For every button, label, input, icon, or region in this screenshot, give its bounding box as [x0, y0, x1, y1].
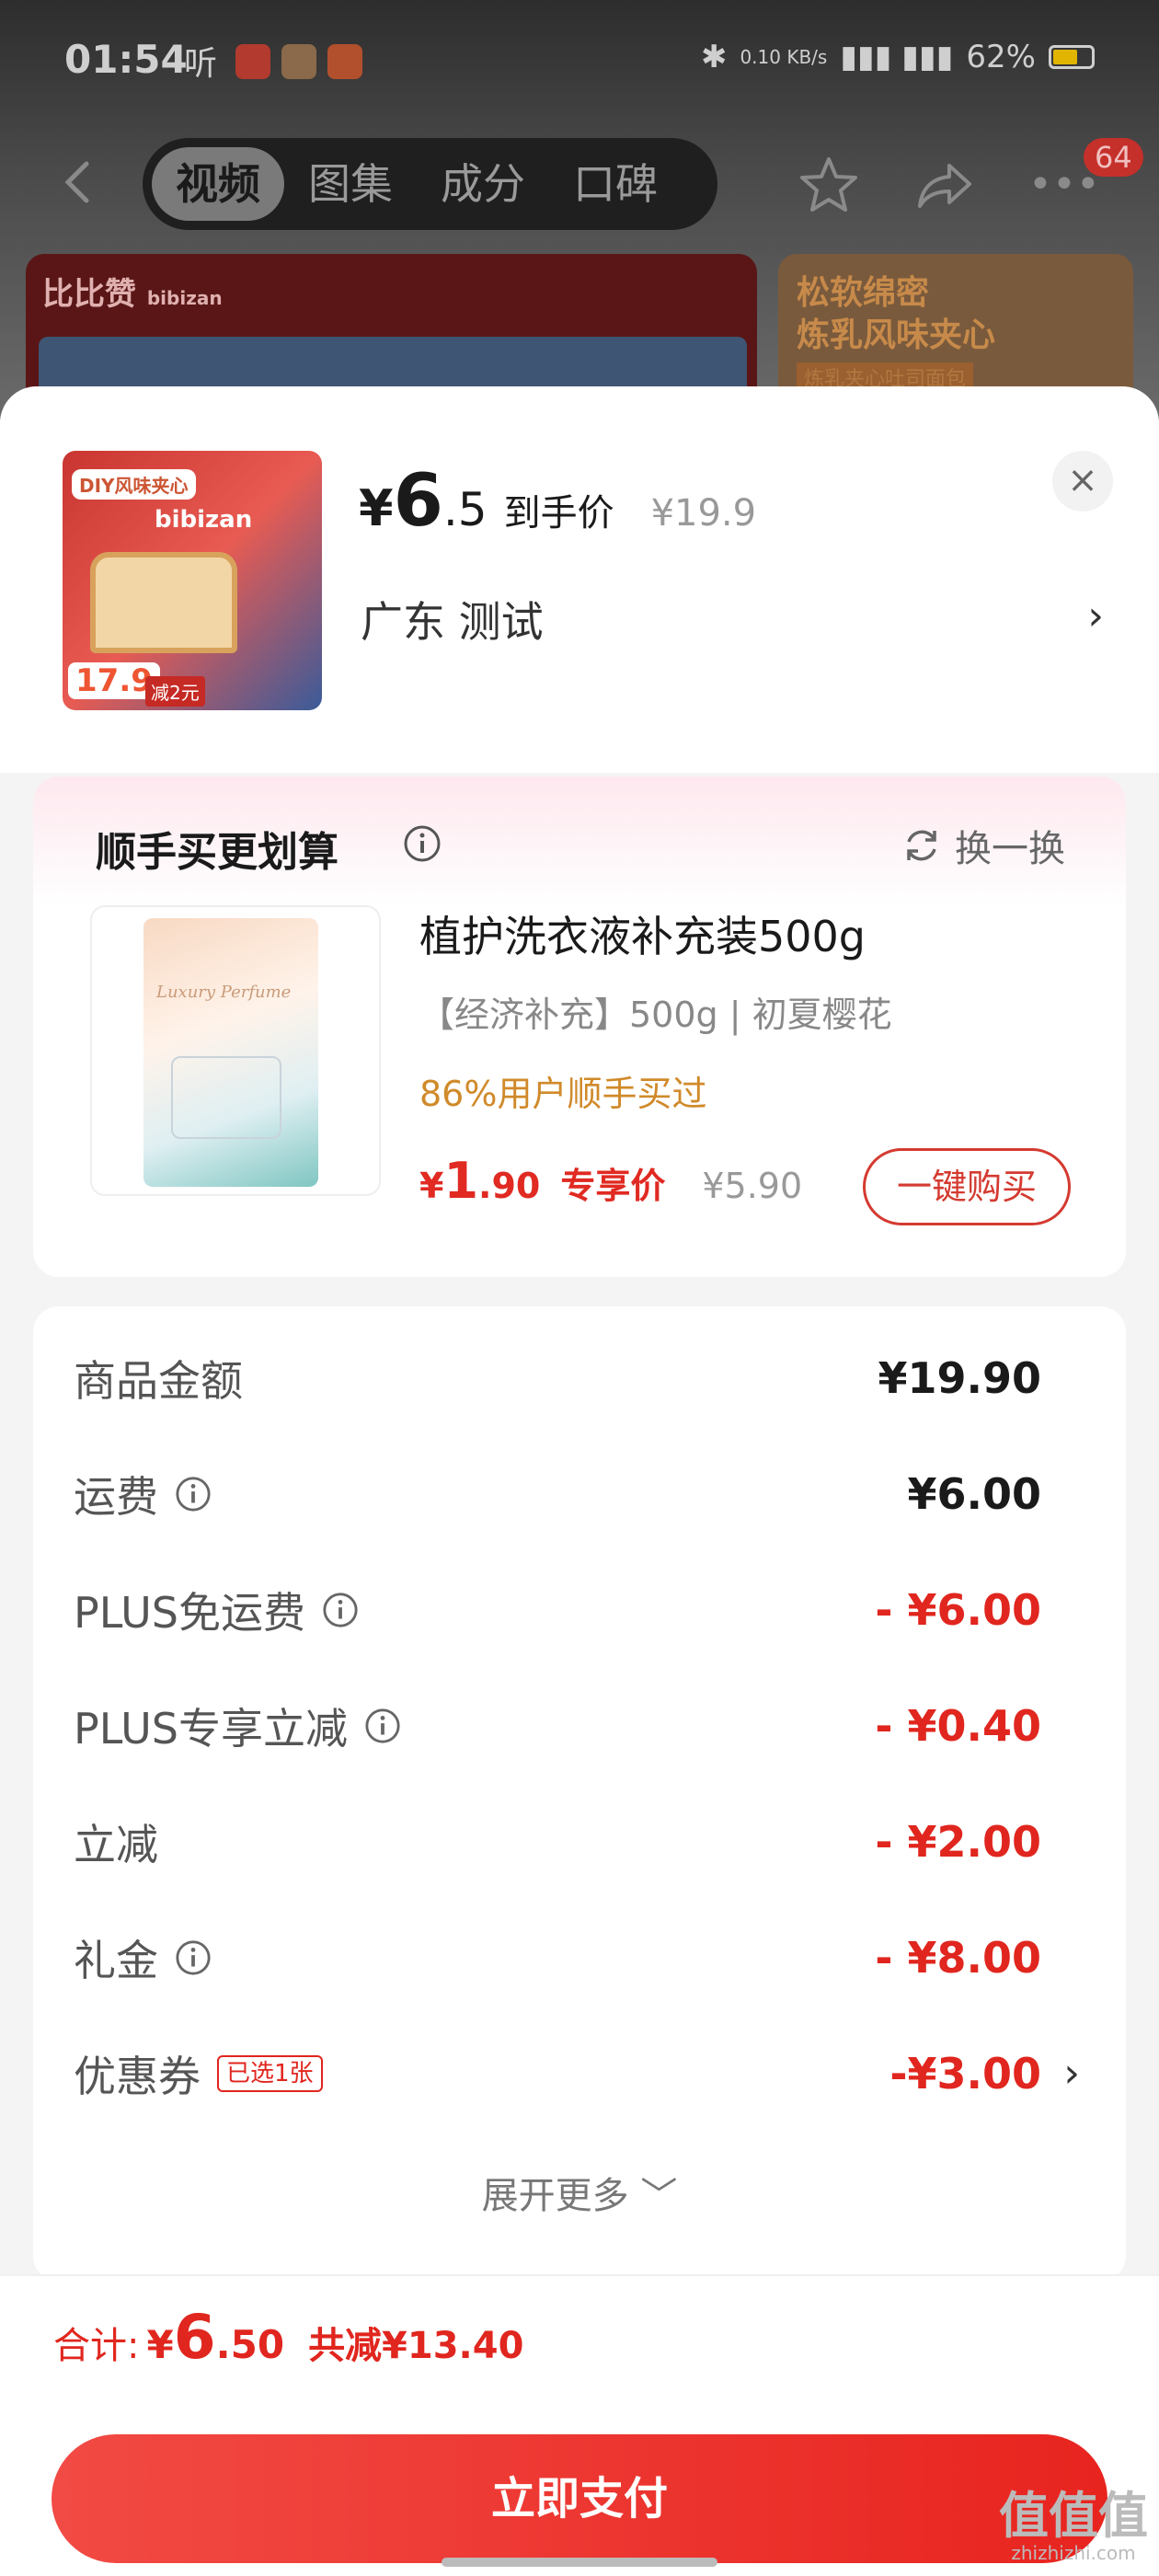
addon-bought-rate: 86%用户顺手买过 [419, 1074, 707, 1114]
row-label: PLUS免运费 [74, 1588, 305, 1638]
addon-card: 顺手买更划算 换一换 Luxury Perfume 植护洗衣液补充装500g 【… [33, 776, 1126, 1277]
final-price: ¥ 6 .5 到手价 ¥19.9 [359, 460, 757, 543]
status-listen-icon: 听 [184, 45, 218, 83]
coupon-row[interactable]: 优惠券 已选1张 -¥3.00 › [33, 2037, 1126, 2110]
info-icon[interactable] [364, 1708, 401, 1744]
total-summary: 合计: ¥ 6 .50 共减¥13.40 [53, 2302, 524, 2373]
tab-video[interactable]: 视频 [152, 147, 284, 221]
row-value: - ¥0.40 [875, 1701, 1041, 1751]
addon-price-label: 专享价 [560, 1166, 666, 1206]
chevron-right-icon[interactable]: › [1087, 592, 1104, 639]
addon-product-image[interactable]: Luxury Perfume [90, 905, 381, 1196]
breakdown-row: 礼金 - ¥8.00 [33, 1921, 1126, 1995]
row-value: ¥19.90 [878, 1353, 1041, 1403]
final-price-label: 到手价 [503, 492, 614, 535]
product-thumbnail: DIY风味夹心 bibizan 17.9 减2元 [63, 451, 322, 710]
bread-image [90, 552, 237, 653]
back-arrow-icon[interactable] [55, 158, 103, 206]
status-right: ✱ 0.10 KB/s ▮▮▮ ▮▮▮ 62% [701, 39, 1095, 75]
one-click-buy-button[interactable]: 一键购买 [863, 1148, 1071, 1225]
pay-area: 立即支付 [0, 2421, 1159, 2576]
notification-badge: 64 [1084, 138, 1143, 177]
row-label: 立减 [74, 1820, 158, 1869]
addon-product-name[interactable]: 植护洗衣液补充装500g [419, 903, 866, 964]
breakdown-row: PLUS专享立减 - ¥0.40 [33, 1689, 1126, 1763]
row-value: ¥6.00 [907, 1469, 1041, 1519]
breakdown-row: 商品金额 ¥19.90 [33, 1341, 1126, 1415]
info-icon[interactable] [175, 1476, 212, 1512]
favorite-star-icon[interactable] [798, 155, 859, 215]
expand-more-button[interactable]: 展开更多 ﹀ [33, 2166, 1126, 2219]
sheet-header: DIY风味夹心 bibizan 17.9 减2元 ¥ 6 .5 到手价 ¥19.… [0, 386, 1159, 773]
status-bar: 01:54 听 ✱ 0.10 KB/s ▮▮▮ ▮▮▮ 62% [0, 0, 1159, 120]
watermark-logo: 值值值 zhizhizhi.com [999, 2487, 1148, 2564]
row-value: - ¥2.00 [875, 1817, 1041, 1867]
share-icon[interactable] [914, 155, 975, 215]
total-bar: 合计: ¥ 6 .50 共减¥13.40 [0, 2274, 1159, 2421]
original-price: ¥19.9 [650, 492, 757, 535]
row-value: - ¥8.00 [875, 1933, 1041, 1983]
breakdown-row: PLUS免运费 - ¥6.00 [33, 1573, 1126, 1647]
home-indicator[interactable] [442, 2558, 717, 2567]
product-tag: DIY风味夹心 [72, 469, 196, 500]
status-time: 01:54 [64, 37, 188, 82]
info-icon[interactable] [403, 824, 442, 863]
app-notification-icon [281, 44, 316, 79]
app-notification-icon [327, 44, 362, 79]
row-label: PLUS专享立减 [74, 1704, 348, 1754]
addon-original-price: ¥5.90 [702, 1166, 803, 1206]
pay-now-button[interactable]: 立即支付 [52, 2434, 1107, 2563]
row-label: 优惠券 [74, 2052, 201, 2101]
swap-label: 换一换 [955, 828, 1065, 870]
addon-title: 顺手买更划算 [96, 829, 339, 876]
more-icon[interactable]: ••• [1028, 155, 1100, 215]
info-icon[interactable] [175, 1939, 212, 1976]
row-value: - ¥6.00 [875, 1585, 1041, 1635]
product-brand: bibizan [155, 506, 253, 534]
addon-product-spec: 【经济补充】500g | 初夏樱花 [419, 995, 892, 1035]
total-saved: 共减¥13.40 [308, 2325, 524, 2367]
swap-button[interactable]: 换一换 [901, 819, 1065, 872]
battery-icon [1049, 45, 1095, 69]
breakdown-row: 运费 ¥6.00 [33, 1457, 1126, 1531]
content-tabs: 视频 图集 成分 口碑 [143, 138, 717, 230]
battery-text: 62% [966, 39, 1036, 75]
breakdown-row: 立减 - ¥2.00 [33, 1805, 1126, 1879]
app-notification-icon [235, 44, 270, 79]
coupon-selected-chip: 已选1张 [217, 2055, 323, 2092]
chevron-right-icon[interactable]: › [1063, 2037, 1080, 2110]
row-label: 礼金 [74, 1936, 158, 1985]
refresh-icon [907, 830, 936, 861]
banner-brand: 比比赞 bibizan [42, 276, 223, 313]
net-speed: 0.10 KB/s [740, 46, 828, 68]
tab-reviews[interactable]: 口碑 [549, 147, 682, 221]
info-icon[interactable] [322, 1592, 359, 1628]
tab-gallery[interactable]: 图集 [284, 147, 417, 221]
close-button[interactable]: × [1052, 451, 1113, 512]
product-promo-tag: 减2元 [145, 676, 205, 707]
row-label: 商品金额 [74, 1356, 243, 1406]
bluetooth-icon: ✱ [700, 39, 728, 75]
row-value: -¥3.00 [889, 2049, 1041, 2099]
signal-icon: ▮▮▮ ▮▮▮ [840, 39, 954, 75]
delivery-address[interactable]: 广东 测试 [361, 589, 544, 650]
row-label: 运费 [74, 1472, 158, 1522]
total-label: 合计: [53, 2325, 140, 2367]
banner-side-title-1: 松软绵密 [797, 274, 930, 312]
banner-side-title-2: 炼乳风味夹心 [797, 316, 996, 354]
addon-price: ¥ 1 .90 专享价 ¥5.90 [419, 1152, 803, 1210]
tab-ingredients[interactable]: 成分 [417, 147, 549, 221]
checkout-sheet: DIY风味夹心 bibizan 17.9 减2元 ¥ 6 .5 到手价 ¥19.… [0, 386, 1159, 2576]
top-nav: 视频 图集 成分 口碑 ••• [0, 138, 1159, 230]
price-breakdown: 商品金额 ¥19.90 运费 ¥6.00 PLUS免运费 - ¥6.00 PLU… [33, 1306, 1126, 2282]
